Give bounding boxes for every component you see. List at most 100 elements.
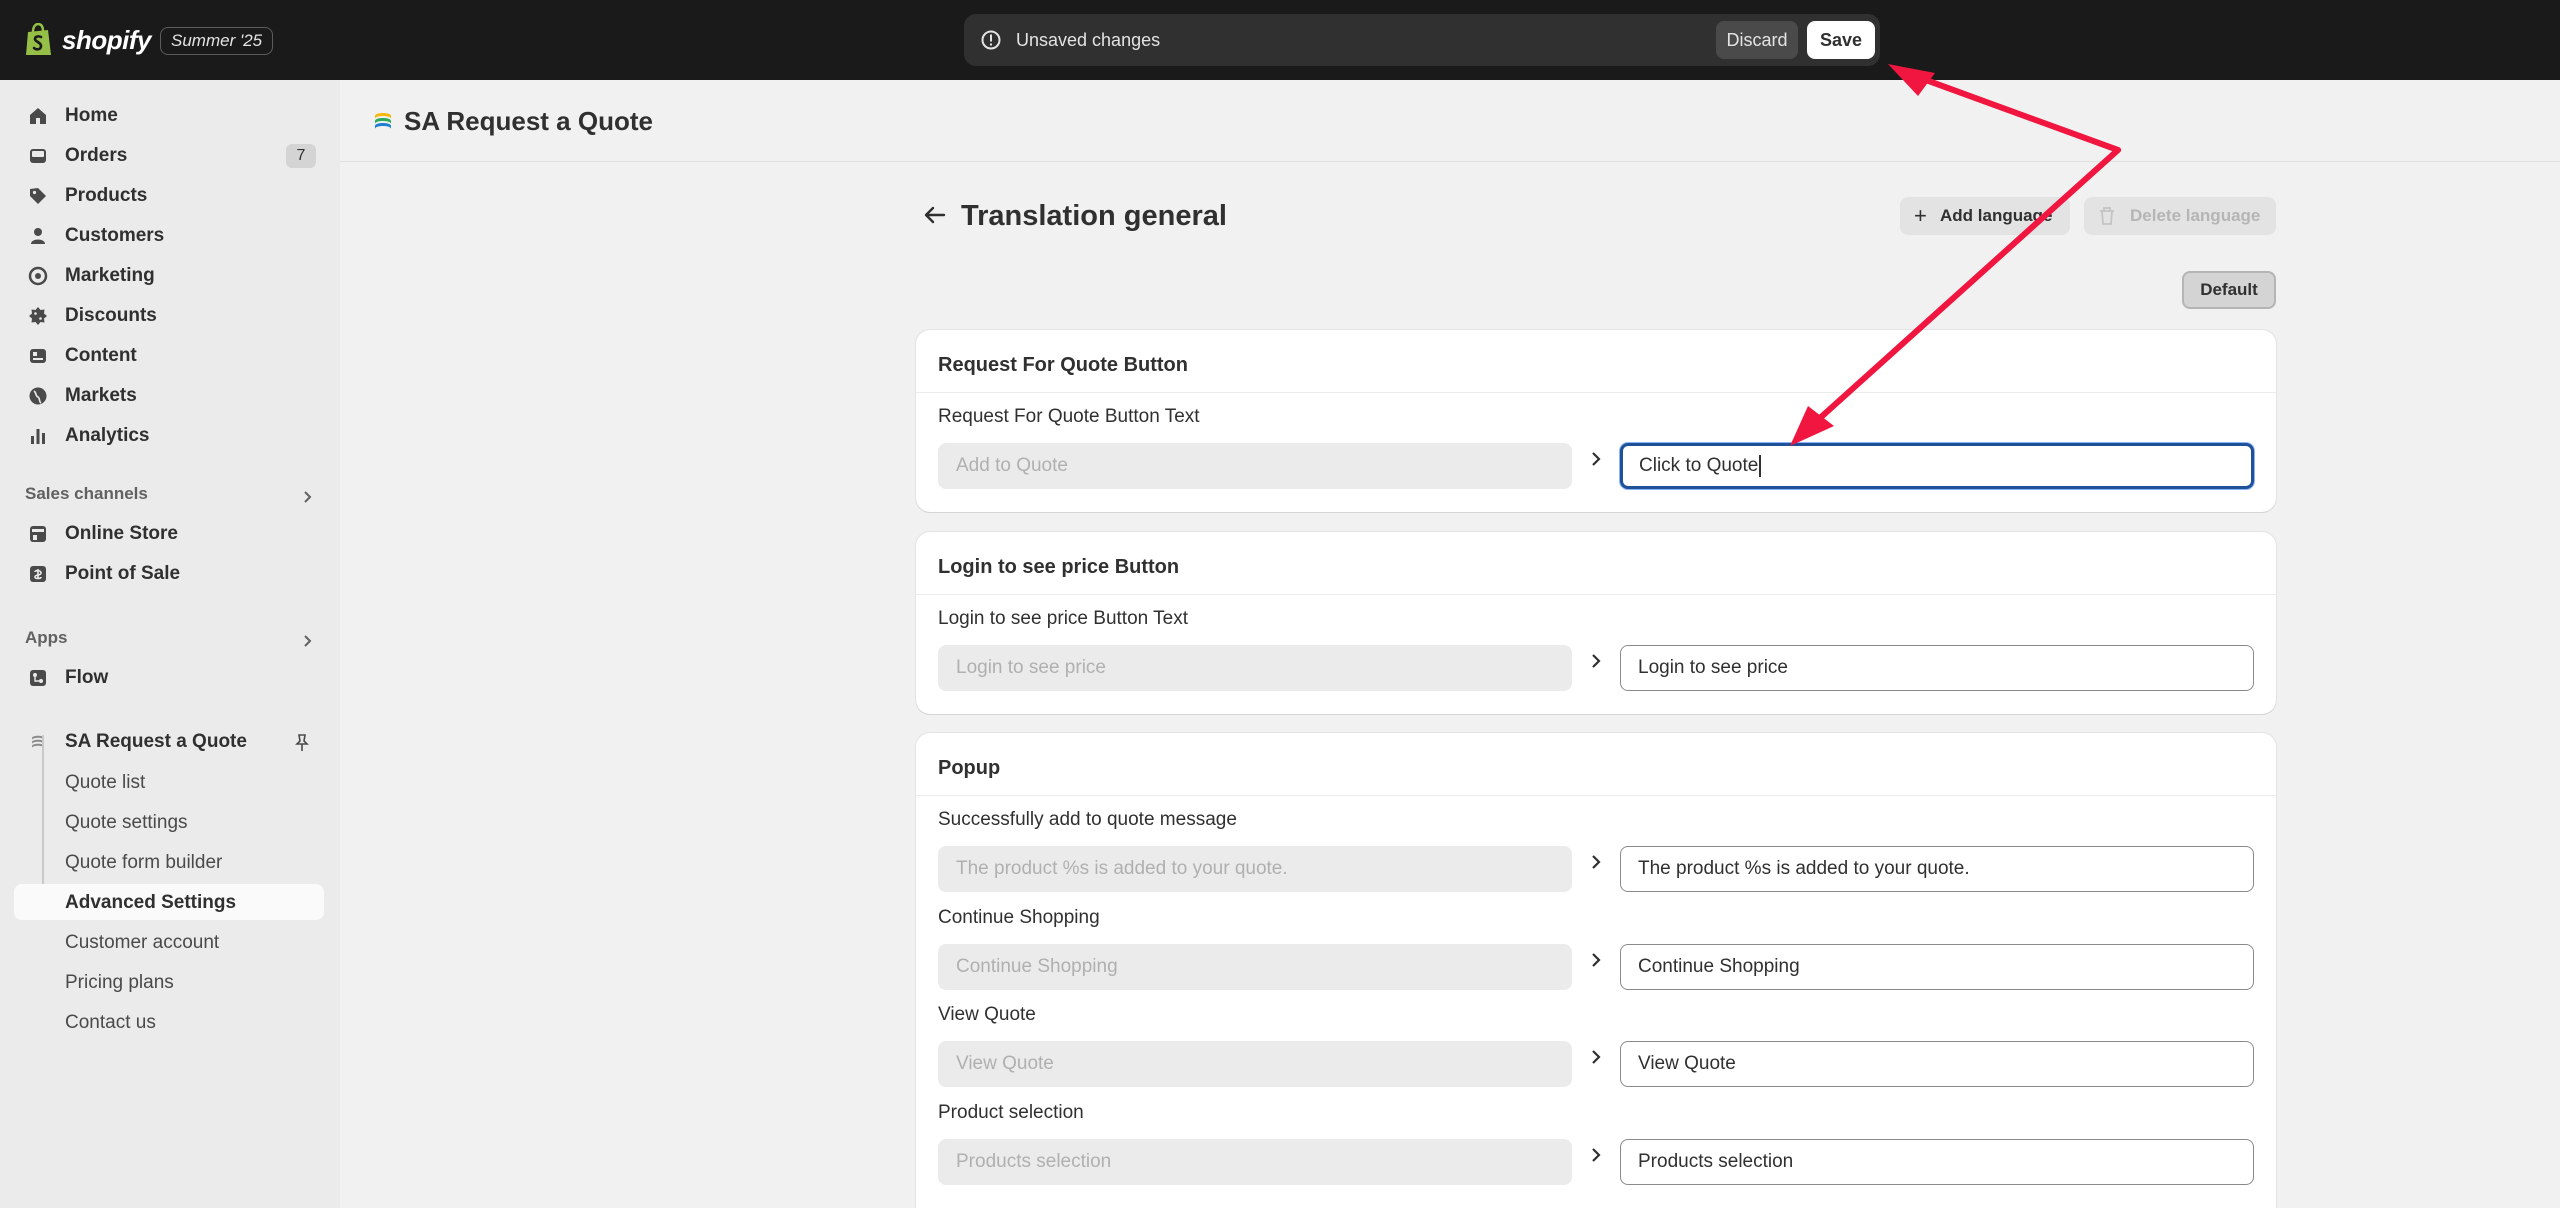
sidebar-subitem-contact-us[interactable]: Contact us (14, 1004, 324, 1040)
source-text-field: Add to Quote (938, 443, 1572, 489)
field-label: Request For Quote Button Text (938, 406, 1200, 427)
source-text-field: Continue Shopping (938, 944, 1572, 990)
chevron-right-icon (1592, 1050, 1601, 1064)
sidebar-item-marketing[interactable]: Marketing (14, 258, 324, 294)
person-icon (31, 228, 45, 244)
field-label: Continue Shopping (938, 907, 1100, 928)
add-language-label: Add language (1940, 206, 2053, 225)
tag-icon (30, 188, 46, 204)
plus-icon: + (1914, 203, 1927, 228)
content-icon (30, 349, 46, 363)
sidebar-subitem-label: Quote list (65, 772, 146, 793)
sidebar-subitem-customer-account[interactable]: Customer account (14, 924, 324, 960)
sidebar-item-home[interactable]: Home (14, 98, 324, 134)
sidebar-subitem-quote-form-builder[interactable]: Quote form builder (14, 844, 324, 880)
sidebar-item-discounts[interactable]: Discounts (14, 298, 324, 334)
request-for-quote-button-card: Request For Quote Button Request For Quo… (916, 330, 2276, 512)
delete-language-button[interactable]: Delete language (2084, 197, 2276, 235)
apps-heading: Apps (25, 628, 68, 647)
edition-badge[interactable]: Summer '25 (160, 27, 274, 55)
translation-text-field[interactable]: The product %s is added to your quote. (1620, 846, 2254, 892)
trash-icon (2100, 207, 2114, 225)
sidebar-item-markets[interactable]: Markets (14, 378, 324, 414)
sidebar-item-label: Point of Sale (65, 563, 181, 584)
sidebar-subitem-label: Quote settings (65, 812, 188, 833)
pin-icon[interactable] (292, 733, 312, 753)
popup-card: Popup Successfully add to quote message … (916, 733, 2276, 1208)
field-label: Successfully add to quote message (938, 809, 1237, 830)
flow-icon (30, 670, 46, 686)
sidebar-item-label: SA Request a Quote (65, 731, 247, 752)
sidebar-item-point-of-sale[interactable]: Point of Sale (14, 556, 324, 592)
discount-icon (29, 307, 47, 325)
translation-text-field[interactable]: Products selection (1620, 1139, 2254, 1185)
text-caret (1759, 454, 1762, 477)
divider (916, 392, 2276, 393)
sidebar-item-online-store[interactable]: Online Store (14, 516, 324, 552)
shopify-logo[interactable]: shopify (24, 20, 151, 60)
sidebar-subitem-label: Contact us (65, 1012, 156, 1033)
chevron-right-icon[interactable] (300, 633, 316, 649)
sidebar-item-label: Customers (65, 225, 165, 246)
sidebar-item-label: Orders (65, 145, 128, 166)
target-icon (28, 266, 48, 286)
field-label: Product selection (938, 1102, 1084, 1123)
translation-text-field[interactable]: View Quote (1620, 1041, 2254, 1087)
divider (916, 795, 2276, 796)
orders-icon (30, 149, 46, 163)
source-text-field: The product %s is added to your quote. (938, 846, 1572, 892)
translation-text-field[interactable]: Login to see price (1620, 645, 2254, 691)
field-label: Login to see price Button Text (938, 608, 1188, 629)
source-text-field: Products selection (938, 1139, 1572, 1185)
sidebar: Home Orders 7 Products Customers Marketi… (0, 80, 340, 1208)
sidebar-subitem-label: Quote form builder (65, 852, 223, 873)
sidebar-item-content[interactable]: Content (14, 338, 324, 374)
translation-text-field[interactable]: Continue Shopping (1620, 944, 2254, 990)
home-icon (30, 108, 46, 124)
page-title: Translation general (961, 200, 1227, 232)
sidebar-item-label: Flow (65, 667, 109, 688)
chevron-right-icon (1592, 1148, 1601, 1162)
translation-value: Click to Quote (1639, 455, 1759, 476)
app-title: SA Request a Quote (404, 106, 653, 136)
bar-chart-icon (31, 429, 45, 444)
delete-language-label: Delete language (2130, 206, 2261, 225)
globe-icon (29, 387, 47, 405)
sidebar-item-sa-request-a-quote[interactable]: SA Request a Quote (14, 724, 324, 760)
source-text-field: View Quote (938, 1041, 1572, 1087)
save-button[interactable]: Save (1807, 21, 1875, 59)
discard-button[interactable]: Discard (1716, 21, 1798, 59)
pos-icon (30, 566, 46, 582)
add-language-button[interactable]: + Add language (1900, 197, 2070, 235)
sidebar-item-label: Analytics (65, 425, 150, 446)
chevron-right-icon (1592, 654, 1601, 668)
sidebar-item-orders[interactable]: Orders 7 (14, 138, 324, 174)
sidebar-subitem-quote-settings[interactable]: Quote settings (14, 804, 324, 840)
chevron-right-icon[interactable] (300, 489, 316, 505)
chevron-right-icon (1592, 855, 1601, 869)
contextual-save-bar: Unsaved changes Discard Save (964, 14, 1880, 66)
sidebar-item-products[interactable]: Products (14, 178, 324, 214)
sidebar-item-label: Home (65, 105, 118, 126)
source-text-field: Login to see price (938, 645, 1572, 691)
default-language-button[interactable]: Default (2182, 271, 2276, 309)
sidebar-subitem-label: Customer account (65, 932, 220, 953)
sidebar-subitem-pricing-plans[interactable]: Pricing plans (14, 964, 324, 1000)
sidebar-item-flow[interactable]: Flow (14, 660, 324, 696)
sidebar-item-analytics[interactable]: Analytics (14, 418, 324, 454)
sidebar-subitem-quote-list[interactable]: Quote list (14, 764, 324, 800)
sales-channels-heading: Sales channels (25, 484, 148, 503)
orders-count-badge: 7 (286, 144, 316, 168)
divider (916, 594, 2276, 595)
back-arrow-icon[interactable] (920, 202, 950, 228)
chevron-right-icon (1592, 953, 1601, 967)
sidebar-item-customers[interactable]: Customers (14, 218, 324, 254)
sidebar-subitem-label: Advanced Settings (65, 892, 237, 913)
card-title: Request For Quote Button (938, 354, 1188, 376)
sidebar-item-label: Marketing (65, 265, 155, 286)
sidebar-item-label: Products (65, 185, 148, 206)
field-label: View Quote (938, 1004, 1036, 1025)
sidebar-subitem-label: Pricing plans (65, 972, 174, 993)
sidebar-subitem-advanced-settings[interactable]: Advanced Settings (14, 884, 324, 920)
translation-text-field[interactable]: Click to Quote (1620, 443, 2254, 489)
